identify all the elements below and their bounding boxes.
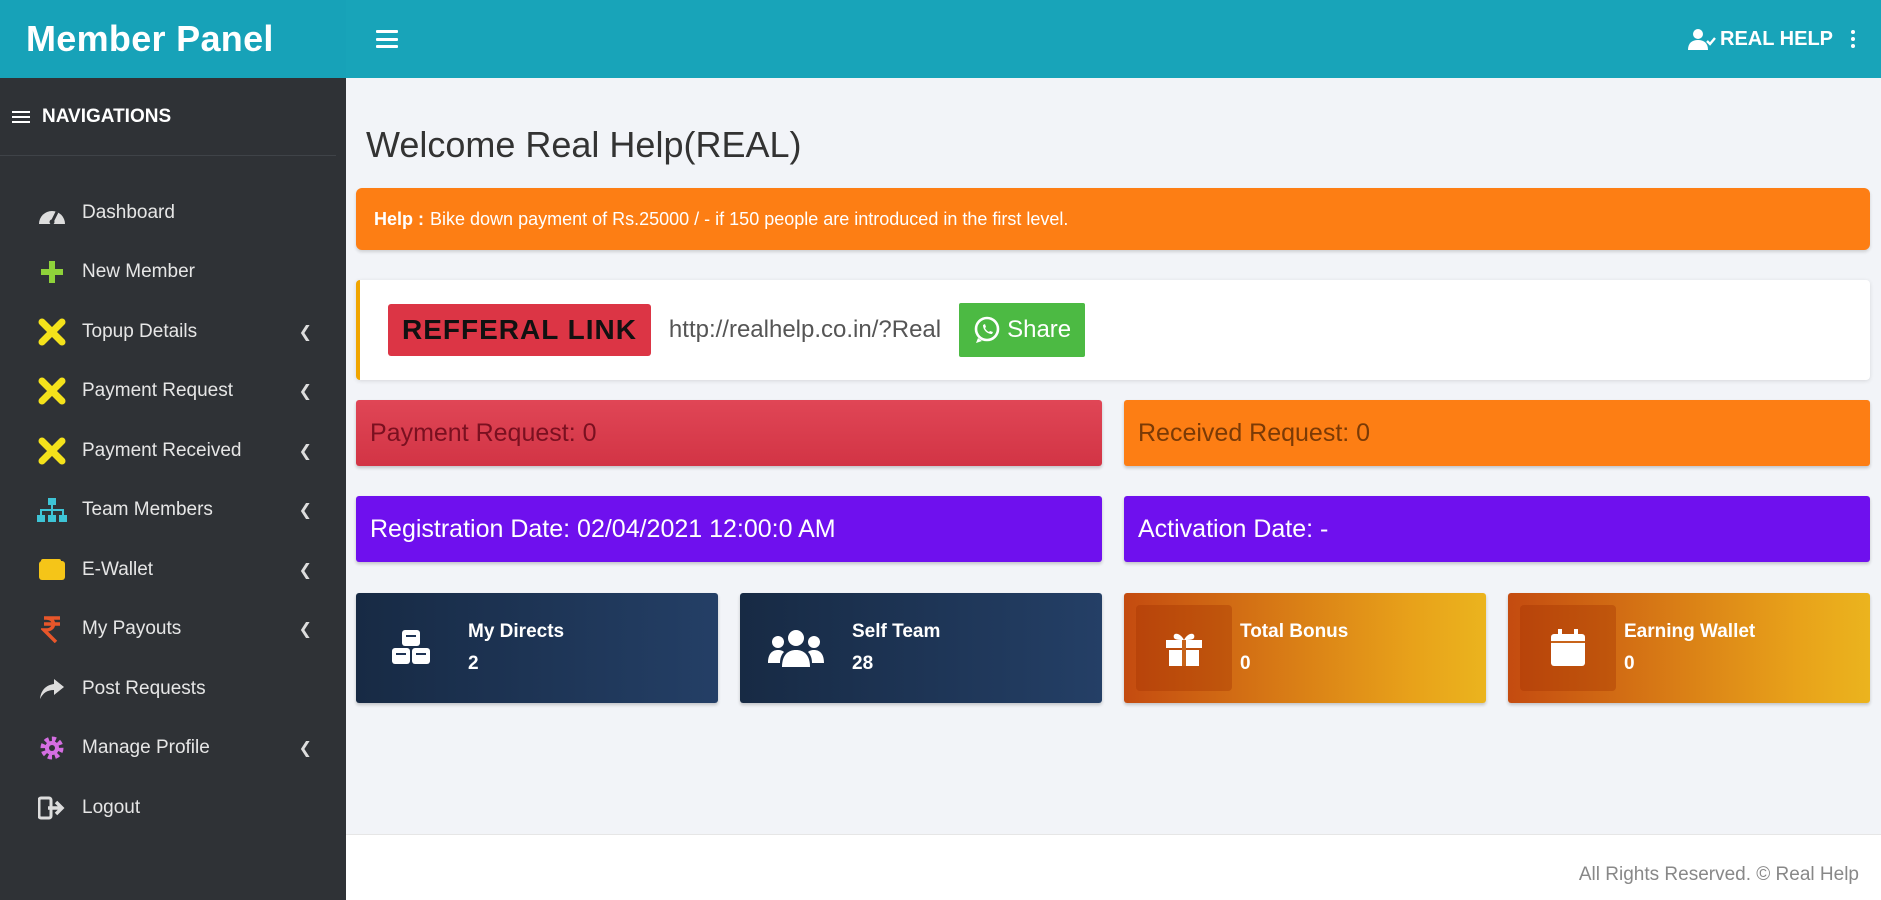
sidebar-item-post-requests[interactable]: Post Requests	[0, 659, 346, 719]
gift-icon	[1136, 605, 1232, 691]
share-arrow-icon	[36, 673, 68, 705]
received-request-box[interactable]: Received Request: 0	[1124, 400, 1870, 466]
sidebar-item-manage-profile[interactable]: Manage Profile ❮	[0, 719, 346, 779]
chevron-left-icon: ❮	[298, 740, 312, 758]
whatsapp-share-button[interactable]: Share	[959, 303, 1086, 357]
sidebar-item-dashboard[interactable]: Dashboard	[0, 183, 346, 243]
footer-text: All Rights Reserved. © Real Help	[1578, 864, 1859, 885]
nav-list: Dashboard New Member Topup Details ❮ Pay…	[0, 156, 346, 838]
help-alert: Help : Bike down payment of Rs.25000 / -…	[356, 188, 1870, 250]
top-navbar: REAL HELP	[346, 0, 1881, 78]
payment-request-text: Payment Request: 0	[370, 418, 597, 447]
sidebar-item-e-wallet[interactable]: E-Wallet ❮	[0, 540, 346, 600]
sidebar-item-label: Logout	[82, 796, 141, 818]
stat-title: Earning Wallet	[1624, 621, 1756, 642]
gear-icon	[36, 732, 68, 764]
sidebar-item-label: My Payouts	[82, 618, 182, 640]
sitemap-icon	[36, 494, 68, 526]
share-label: Share	[1007, 316, 1072, 343]
sidebar-item-logout[interactable]: Logout	[0, 778, 346, 838]
chevron-left-icon: ❮	[298, 323, 312, 341]
registration-date-text: Registration Date: 02/04/2021 12:00:0 AM	[370, 514, 836, 543]
sidebar-item-payment-received[interactable]: Payment Received ❮	[0, 421, 346, 481]
chevron-left-icon: ❮	[298, 621, 312, 639]
sidebar-item-label: Manage Profile	[82, 737, 210, 759]
stat-card-self-team[interactable]: Self Team 28	[740, 593, 1102, 703]
sidebar-item-label: Payment Received	[82, 439, 242, 461]
more-options-icon[interactable]	[1851, 30, 1855, 48]
sidebar-item-topup-details[interactable]: Topup Details ❮	[0, 302, 346, 362]
footer: All Rights Reserved. © Real Help	[346, 834, 1881, 900]
dashboard-icon	[36, 197, 68, 229]
cross-icon	[36, 435, 68, 467]
calendar-icon	[1520, 605, 1616, 691]
chevron-left-icon: ❮	[298, 502, 312, 520]
user-name: REAL HELP	[1720, 27, 1833, 50]
cross-icon	[36, 316, 68, 348]
chevron-left-icon: ❮	[298, 383, 312, 401]
sidebar-item-my-payouts[interactable]: My Payouts ❮	[0, 600, 346, 660]
sidebar-item-label: Post Requests	[82, 677, 206, 699]
registration-date-box: Registration Date: 02/04/2021 12:00:0 AM	[356, 496, 1102, 562]
sidebar-item-label: Team Members	[82, 499, 213, 521]
sidebar-item-team-members[interactable]: Team Members ❮	[0, 481, 346, 541]
nav-header-label: NAVIGATIONS	[42, 105, 172, 127]
stat-value: 0	[1624, 653, 1635, 674]
logout-icon	[36, 792, 68, 824]
chevron-left-icon: ❮	[298, 561, 312, 579]
user-icon	[1688, 28, 1716, 50]
main-content: Welcome Real Help(REAL) Help : Bike down…	[346, 78, 1881, 834]
cross-icon	[36, 375, 68, 407]
stat-card-my-directs[interactable]: My Directs 2	[356, 593, 718, 703]
wallet-icon	[36, 554, 68, 586]
sidebar-item-label: E-Wallet	[82, 558, 154, 580]
help-label: Help :	[374, 208, 425, 229]
stat-title: Self Team	[852, 621, 941, 642]
user-menu[interactable]: REAL HELP	[1688, 0, 1855, 78]
help-text: Bike down payment of Rs.25000 / - if 150…	[430, 208, 1069, 229]
brand-title[interactable]: Member Panel	[0, 0, 346, 78]
payment-request-box[interactable]: Payment Request: 0	[356, 400, 1102, 466]
cubes-icon	[356, 593, 468, 703]
sidebar-item-label: Dashboard	[82, 201, 175, 223]
activation-date-text: Activation Date: -	[1138, 514, 1329, 543]
sidebar-item-new-member[interactable]: New Member	[0, 243, 346, 303]
stat-title: Total Bonus	[1240, 621, 1349, 642]
sidebar-item-payment-request[interactable]: Payment Request ❮	[0, 362, 346, 422]
stat-value: 28	[852, 653, 874, 674]
sidebar-item-label: New Member	[82, 261, 195, 283]
stat-value: 2	[468, 653, 479, 674]
rupee-icon	[36, 613, 68, 645]
referral-label: REFFERAL LINK	[388, 304, 651, 356]
referral-box: REFFERAL LINK http://realhelp.co.in/?Rea…	[356, 280, 1870, 380]
stat-value: 0	[1240, 653, 1251, 674]
plus-icon	[36, 256, 68, 288]
sidebar-item-label: Topup Details	[82, 320, 198, 342]
referral-url[interactable]: http://realhelp.co.in/?Real	[669, 316, 941, 344]
stat-card-earning-wallet[interactable]: Earning Wallet 0	[1508, 593, 1870, 703]
chevron-left-icon: ❮	[298, 442, 312, 460]
sidebar-item-label: Payment Request	[82, 380, 234, 402]
menu-toggle-icon[interactable]	[376, 30, 398, 48]
page-title: Welcome Real Help(REAL)	[366, 124, 802, 165]
sidebar: NAVIGATIONS Dashboard New Member Topup D…	[0, 78, 346, 900]
received-request-text: Received Request: 0	[1138, 418, 1371, 447]
stat-card-total-bonus[interactable]: Total Bonus 0	[1124, 593, 1486, 703]
stat-title: My Directs	[468, 621, 565, 642]
list-icon	[12, 110, 30, 123]
whatsapp-icon	[974, 316, 1000, 343]
activation-date-box: Activation Date: -	[1124, 496, 1870, 562]
nav-header: NAVIGATIONS	[0, 78, 336, 156]
users-icon	[740, 593, 852, 703]
